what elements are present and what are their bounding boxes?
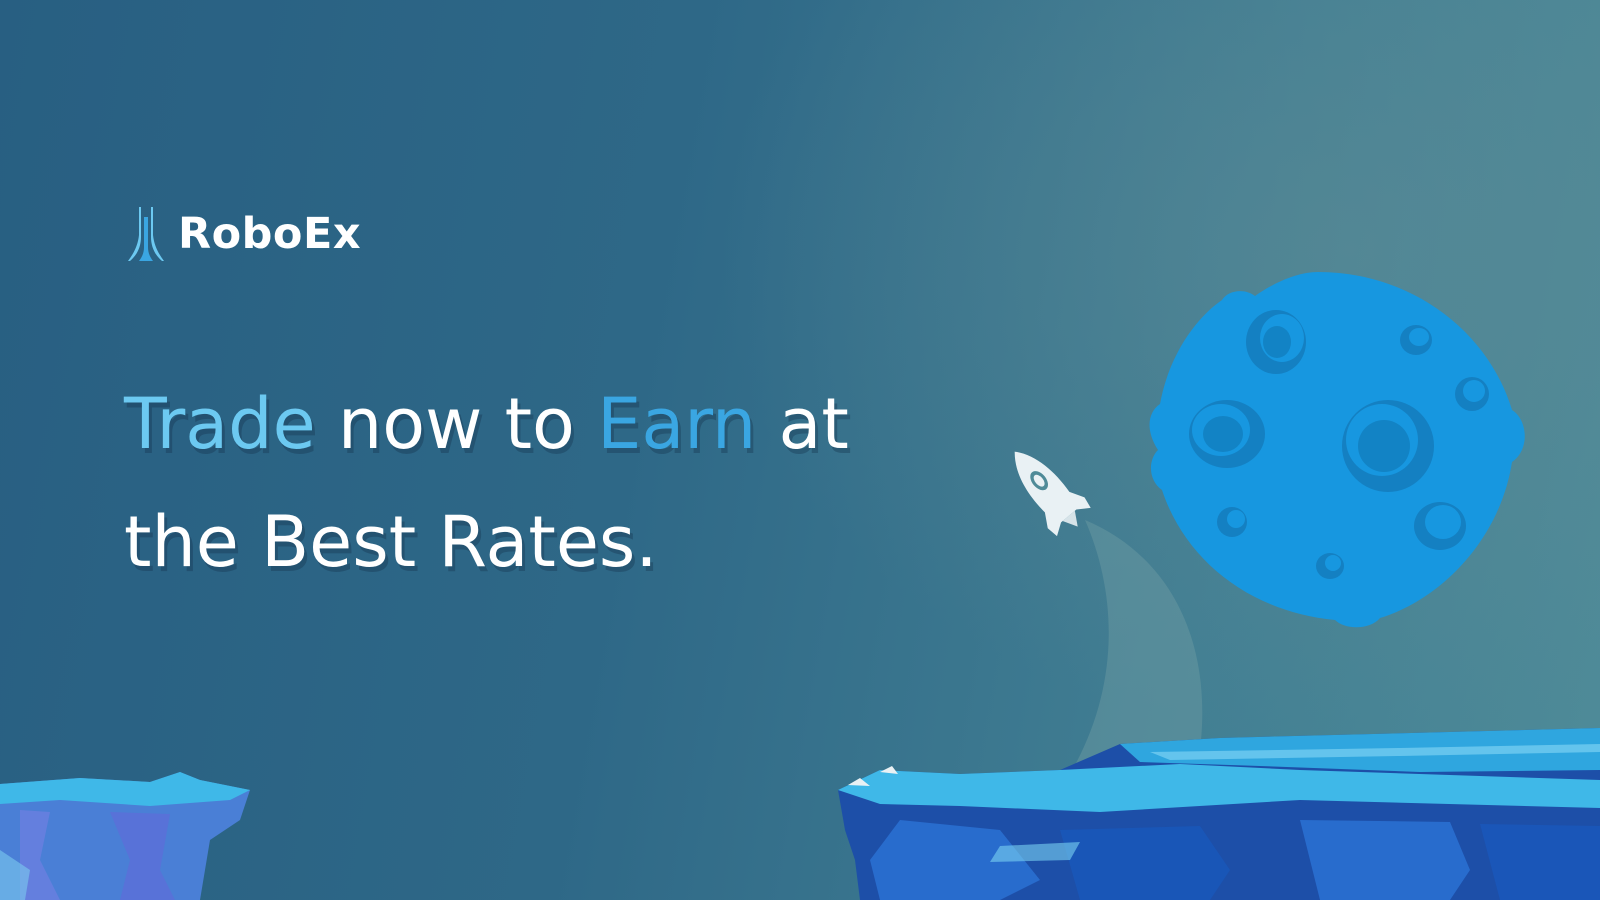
headline-word-at: at bbox=[756, 383, 849, 465]
headline: Trade now to Earn at the Best Rates. bbox=[124, 365, 1004, 601]
headline-word-earn: Earn bbox=[597, 383, 757, 465]
tower-icon bbox=[128, 207, 164, 261]
headline-line-2: the Best Rates. bbox=[124, 501, 658, 583]
moon-icon bbox=[1149, 272, 1525, 628]
brand-logo-group: RoboEx bbox=[128, 206, 361, 262]
ice-cliff-left bbox=[0, 772, 250, 900]
ice-cliff-right bbox=[838, 728, 1600, 900]
hero-banner: RoboEx Trade now to Earn at the Best Rat… bbox=[0, 0, 1600, 900]
rocket-icon bbox=[1014, 451, 1091, 537]
headline-word-now-to: now to bbox=[315, 383, 598, 465]
headline-word-trade: Trade bbox=[124, 383, 316, 465]
brand-name: RoboEx bbox=[178, 209, 362, 259]
